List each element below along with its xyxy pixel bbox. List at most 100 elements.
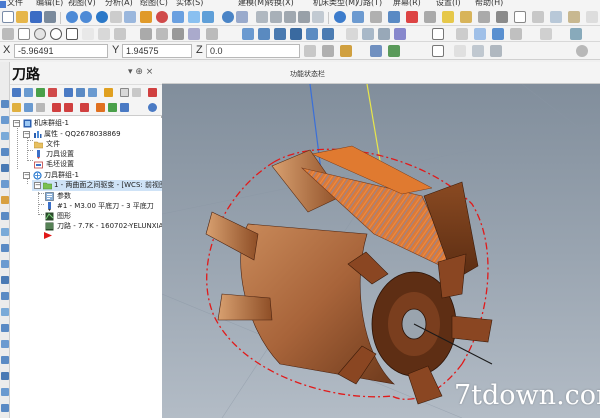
redo-icon[interactable]: [80, 11, 92, 23]
strip-tool-5-icon[interactable]: [1, 164, 9, 172]
collapse-icon[interactable]: −: [23, 131, 30, 138]
menu-modeling[interactable]: 建模(M): [238, 0, 267, 8]
verify-icon[interactable]: [362, 28, 374, 40]
grid-icon[interactable]: [370, 11, 382, 23]
strip-tool-14-icon[interactable]: [1, 308, 9, 316]
offset-icon[interactable]: [188, 28, 200, 40]
single-display-icon[interactable]: [108, 103, 117, 112]
toolpath-icon[interactable]: [242, 28, 254, 40]
scroll-icon[interactable]: [96, 103, 105, 112]
solid-select-icon[interactable]: [454, 45, 466, 57]
toggle-display-icon[interactable]: [24, 103, 33, 112]
post-icon[interactable]: [394, 28, 406, 40]
print-icon[interactable]: [44, 11, 56, 23]
toggle-post-icon[interactable]: [36, 103, 45, 112]
view-iso-icon[interactable]: [298, 11, 310, 23]
menu-edit[interactable]: 编辑(E): [36, 0, 63, 8]
part-model-scene[interactable]: [162, 84, 600, 418]
hide-icon[interactable]: [540, 28, 552, 40]
strip-tool-20-icon[interactable]: [1, 404, 9, 412]
highfeed-icon[interactable]: [132, 88, 141, 97]
strip-tool-12-icon[interactable]: [1, 276, 9, 284]
move-down-icon[interactable]: [52, 103, 61, 112]
box-3d-icon[interactable]: [474, 28, 486, 40]
move-up-icon[interactable]: [64, 103, 73, 112]
graphics-viewport[interactable]: 功能状态栏 7tdown.co: [162, 62, 600, 418]
quick-access-icons[interactable]: [0, 0, 7, 9]
collapse-icon[interactable]: −: [34, 182, 41, 189]
strip-tool-4-icon[interactable]: [1, 148, 9, 156]
strip-tool-18-icon[interactable]: [1, 372, 9, 380]
regenerate-dirty-icon[interactable]: [48, 88, 57, 97]
backplot-icon[interactable]: [378, 28, 390, 40]
extrude-icon[interactable]: [236, 11, 248, 23]
insert-arrow-icon[interactable]: [80, 103, 89, 112]
globe-icon[interactable]: [334, 11, 346, 23]
settings-gear-icon[interactable]: [576, 45, 588, 57]
y-coordinate-input[interactable]: 1.94575: [122, 44, 192, 58]
lock-ops-icon[interactable]: [12, 103, 21, 112]
box-icon[interactable]: [456, 28, 468, 40]
menu-settings[interactable]: 设置(I): [436, 0, 461, 8]
strip-tool-15-icon[interactable]: [1, 324, 9, 332]
rectangle-tool-icon[interactable]: [66, 28, 78, 40]
collapse-icon[interactable]: −: [13, 120, 20, 127]
regenerate-icon[interactable]: [36, 88, 45, 97]
z-coordinate-input[interactable]: 0.0: [206, 44, 300, 58]
tree-item-operation[interactable]: − 1 - 两曲面之间驱变 - [WCS: 前视图] -: [32, 180, 173, 191]
edge-select-icon[interactable]: [490, 45, 502, 57]
point-icon[interactable]: [156, 11, 168, 23]
xform-icon[interactable]: [140, 28, 152, 40]
collapse-icon[interactable]: −: [23, 172, 30, 179]
menu-view[interactable]: 视图(V): [68, 0, 96, 8]
strip-tool-3-icon[interactable]: [1, 132, 9, 140]
strip-tool-19-icon[interactable]: [1, 388, 9, 396]
solid-cylinder-icon[interactable]: [202, 11, 214, 23]
post-ops-icon[interactable]: [104, 88, 113, 97]
color-icon[interactable]: [406, 11, 418, 23]
undo-icon[interactable]: [66, 11, 78, 23]
solid-box-icon[interactable]: [188, 11, 200, 23]
pen-icon[interactable]: [442, 11, 454, 23]
save-icon[interactable]: [30, 11, 42, 23]
strip-tool-17-icon[interactable]: [1, 356, 9, 364]
strip-tool-1-icon[interactable]: [1, 100, 9, 108]
sphere-icon[interactable]: [222, 11, 234, 23]
more-icon[interactable]: [586, 11, 598, 23]
contour-icon[interactable]: [258, 28, 270, 40]
g1-icon[interactable]: [120, 88, 129, 97]
chain-icon[interactable]: [388, 45, 400, 57]
analyze-dist-icon[interactable]: [510, 28, 522, 40]
copy-icon[interactable]: [550, 11, 562, 23]
menu-solids[interactable]: 实体(S): [176, 0, 203, 8]
fillet-tool-icon[interactable]: [98, 28, 110, 40]
strip-tool-6-icon[interactable]: [1, 180, 9, 188]
menu-analyze[interactable]: 分析(A): [105, 0, 133, 8]
select-icon[interactable]: [370, 45, 382, 57]
select-all-ops-icon[interactable]: [12, 88, 21, 97]
mirror-icon[interactable]: [156, 28, 168, 40]
view-fit-icon[interactable]: [124, 11, 136, 23]
strip-tool-16-icon[interactable]: [1, 340, 9, 348]
menu-file[interactable]: 文件: [7, 0, 23, 8]
menu-machine-type[interactable]: 机床类型(M): [313, 0, 358, 8]
view-top-icon[interactable]: [256, 11, 268, 23]
multiaxis-icon[interactable]: [346, 28, 358, 40]
view-side-icon[interactable]: [284, 11, 296, 23]
strip-tool-8-icon[interactable]: [1, 212, 9, 220]
select-all-icon[interactable]: [432, 28, 444, 40]
strip-tool-10-icon[interactable]: [1, 244, 9, 252]
panel-pin-controls[interactable]: ▾ ⊕ ×: [128, 67, 153, 77]
surface-rough-icon[interactable]: [306, 28, 318, 40]
ruler-icon[interactable]: [460, 11, 472, 23]
window-select-icon[interactable]: [432, 45, 444, 57]
circle-tool-icon[interactable]: [50, 28, 62, 40]
box-3d-blue-icon[interactable]: [492, 28, 504, 40]
arc-tool-icon[interactable]: [34, 28, 46, 40]
strip-tool-7-icon[interactable]: [1, 196, 9, 204]
spline-tool-icon[interactable]: [82, 28, 94, 40]
rotate-icon[interactable]: [172, 28, 184, 40]
menu-drawing[interactable]: 绘图(C): [140, 0, 168, 8]
paste-icon[interactable]: [568, 11, 580, 23]
new-file-icon[interactable]: [2, 11, 14, 23]
